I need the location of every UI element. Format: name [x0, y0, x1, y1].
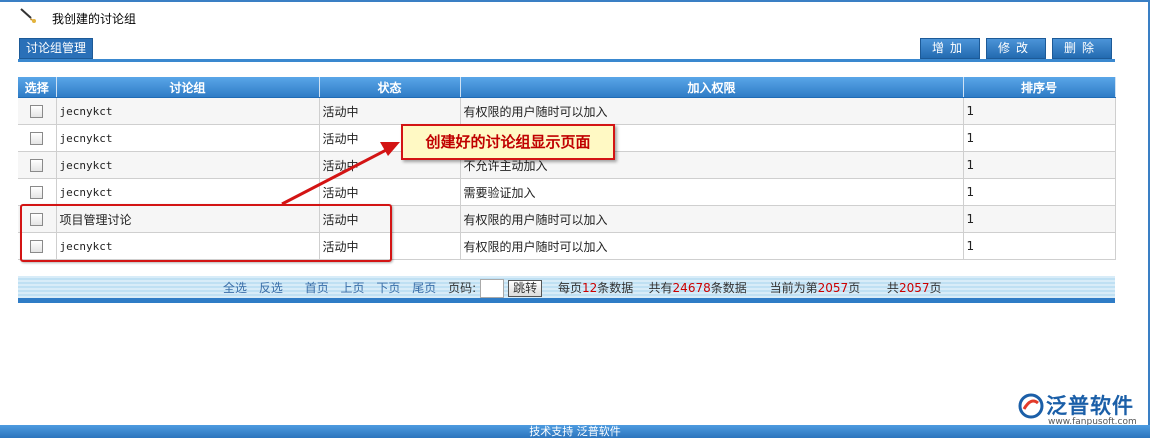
per-page-prefix: 每页 [557, 281, 582, 295]
current-page: 2057 [817, 281, 849, 295]
group-name: jecnykct [56, 124, 320, 152]
callout-annotation: 创建好的讨论组显示页面 [401, 124, 615, 160]
table-row: jecnykct 活动中 有权限的用户随时可以加入 1 [18, 97, 1116, 125]
group-order: 1 [963, 178, 1116, 206]
delete-button[interactable]: 删除 [1052, 38, 1112, 59]
per-page-suffix: 条数据 [597, 281, 634, 295]
edit-button[interactable]: 修改 [986, 38, 1046, 59]
group-name: jecnykct [56, 151, 320, 179]
fanpu-logo: 泛普软件 www.fanpusoft.com [1018, 390, 1144, 430]
page-number-input[interactable] [480, 279, 505, 298]
current-page-suffix: 页 [848, 281, 861, 295]
fanpu-logo-icon [1018, 393, 1044, 419]
total-suffix: 条数据 [710, 281, 747, 295]
group-status: 活动中 [319, 178, 461, 206]
total-pages: 2057 [898, 281, 930, 295]
highlight-box [20, 204, 392, 262]
group-permission: 有权限的用户随时可以加入 [460, 232, 964, 260]
header-status: 状态 [319, 77, 461, 98]
last-page-link[interactable]: 尾页 [412, 281, 436, 295]
group-order: 1 [963, 97, 1116, 125]
group-name: jecnykct [56, 178, 320, 206]
group-status: 活动中 [319, 97, 461, 125]
prev-page-link[interactable]: 上页 [341, 281, 365, 295]
group-order: 1 [963, 151, 1116, 179]
group-order: 1 [963, 124, 1116, 152]
header-order: 排序号 [963, 77, 1116, 98]
invert-selection-link[interactable]: 反选 [259, 281, 283, 295]
first-page-link[interactable]: 首页 [305, 281, 329, 295]
group-permission: 需要验证加入 [460, 178, 964, 206]
group-name: jecnykct [56, 97, 320, 125]
per-page-count: 12 [581, 281, 598, 295]
page-title: 我创建的讨论组 [52, 12, 137, 26]
group-order: 1 [963, 232, 1116, 260]
total-prefix: 共有 [648, 281, 673, 295]
page-number-label: 页码: [448, 281, 477, 295]
row-checkbox[interactable] [30, 159, 44, 172]
total-pages-suffix: 页 [929, 281, 942, 295]
header-group: 讨论组 [56, 77, 320, 98]
pen-icon [20, 8, 36, 23]
group-order: 1 [963, 205, 1116, 233]
jump-button[interactable]: 跳转 [508, 280, 543, 297]
header-permission: 加入权限 [460, 77, 964, 98]
next-page-link[interactable]: 下页 [376, 281, 400, 295]
total-count: 24678 [672, 281, 711, 295]
row-checkbox[interactable] [30, 132, 44, 145]
row-checkbox[interactable] [30, 105, 44, 118]
group-permission: 有权限的用户随时可以加入 [460, 97, 964, 125]
toolbar: 讨论组管理 增加 修改 删除 [18, 37, 1115, 62]
logo-name: 泛普软件 [1046, 394, 1134, 418]
row-checkbox[interactable] [30, 186, 44, 199]
total-pages-prefix: 共 [886, 281, 899, 295]
group-permission: 有权限的用户随时可以加入 [460, 205, 964, 233]
footer: 技术支持 泛普软件 [0, 425, 1150, 438]
tab-discussion-group-management[interactable]: 讨论组管理 [19, 38, 94, 59]
select-all-link[interactable]: 全选 [223, 281, 247, 295]
add-button[interactable]: 增加 [920, 38, 980, 59]
header-select: 选择 [18, 77, 57, 98]
top-border [0, 0, 1150, 2]
table-row: jecnykct 活动中 需要验证加入 1 [18, 178, 1116, 206]
current-page-prefix: 当前为第 [769, 281, 818, 295]
pagination-bar: 全选 反选 首页 上页 下页 尾页 页码: 跳转 每页12条数据 共有24678条… [18, 276, 1115, 303]
